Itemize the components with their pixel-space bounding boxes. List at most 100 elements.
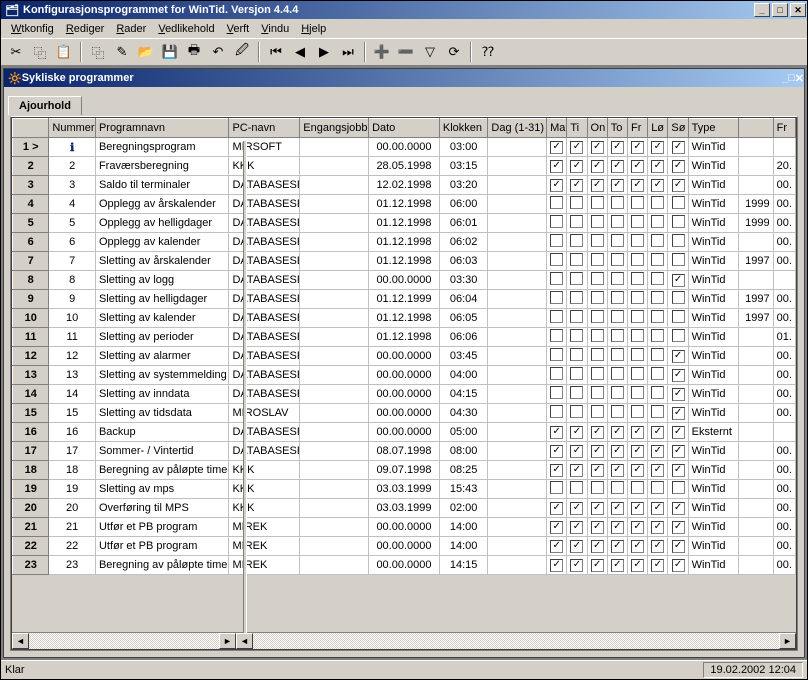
day-checkbox[interactable]: ✓	[550, 559, 563, 572]
table-row[interactable]: 55Opplegg av helligdagerDATABASESE01.12.…	[13, 214, 796, 233]
day-checkbox[interactable]	[611, 481, 624, 494]
menu-rader[interactable]: Rader	[110, 21, 152, 37]
col-header[interactable]: Type	[688, 119, 739, 138]
day-checkbox[interactable]	[550, 272, 563, 285]
day-checkbox[interactable]	[570, 253, 583, 266]
day-checkbox[interactable]: ✓	[651, 464, 664, 477]
delete-icon[interactable]: ➖	[395, 41, 417, 63]
col-header[interactable]	[739, 119, 773, 138]
day-checkbox[interactable]	[611, 367, 624, 380]
day-checkbox[interactable]	[651, 367, 664, 380]
row-header[interactable]: 21	[13, 518, 49, 537]
help-icon[interactable]: ⁇	[477, 41, 499, 63]
menu-rediger[interactable]: Rediger	[60, 21, 111, 37]
split-bar[interactable]	[243, 141, 247, 633]
day-checkbox[interactable]: ✓	[631, 426, 644, 439]
row-header[interactable]: 6	[13, 233, 49, 252]
day-checkbox[interactable]	[591, 272, 604, 285]
day-checkbox[interactable]: ✓	[550, 445, 563, 458]
day-checkbox[interactable]	[570, 348, 583, 361]
day-checkbox[interactable]	[672, 215, 685, 228]
col-header[interactable]: To	[607, 119, 627, 138]
day-checkbox[interactable]	[591, 196, 604, 209]
day-checkbox[interactable]: ✓	[651, 141, 664, 154]
table-row[interactable]: 1919Sletting av mpsKKK03.03.199915:43Win…	[13, 480, 796, 499]
day-checkbox[interactable]	[631, 291, 644, 304]
redo-icon[interactable]: 🖉	[231, 41, 253, 63]
day-checkbox[interactable]	[651, 253, 664, 266]
day-checkbox[interactable]: ✓	[672, 388, 685, 401]
day-checkbox[interactable]: ✓	[591, 540, 604, 553]
menu-wtkonfig[interactable]: Wtkonfig	[5, 21, 60, 37]
day-checkbox[interactable]	[591, 367, 604, 380]
row-header[interactable]: 19	[13, 480, 49, 499]
day-checkbox[interactable]: ✓	[611, 502, 624, 515]
filter-icon[interactable]: ▽	[419, 41, 441, 63]
menu-verft[interactable]: Verft	[221, 21, 256, 37]
day-checkbox[interactable]	[651, 405, 664, 418]
day-checkbox[interactable]: ✓	[651, 445, 664, 458]
day-checkbox[interactable]: ✓	[672, 141, 685, 154]
day-checkbox[interactable]	[631, 367, 644, 380]
day-checkbox[interactable]	[611, 386, 624, 399]
day-checkbox[interactable]	[591, 405, 604, 418]
day-checkbox[interactable]: ✓	[591, 502, 604, 515]
day-checkbox[interactable]	[651, 215, 664, 228]
table-row[interactable]: 2323Beregning av påløpte timerMIREK00.00…	[13, 556, 796, 575]
day-checkbox[interactable]	[591, 234, 604, 247]
day-checkbox[interactable]: ✓	[651, 502, 664, 515]
next-icon[interactable]: ▶	[313, 41, 335, 63]
day-checkbox[interactable]: ✓	[570, 141, 583, 154]
col-header[interactable]: Engangsjobb	[300, 119, 369, 138]
day-checkbox[interactable]: ✓	[631, 559, 644, 572]
scroll-left-button-2[interactable]: ◄	[236, 633, 253, 649]
day-checkbox[interactable]	[611, 272, 624, 285]
day-checkbox[interactable]	[550, 253, 563, 266]
day-checkbox[interactable]	[631, 272, 644, 285]
day-checkbox[interactable]: ✓	[550, 426, 563, 439]
day-checkbox[interactable]	[631, 481, 644, 494]
prev-icon[interactable]: ◀	[289, 41, 311, 63]
table-row[interactable]: 1616BackupDATABASESE00.00.000005:00✓✓✓✓✓…	[13, 423, 796, 442]
day-checkbox[interactable]: ✓	[591, 426, 604, 439]
row-header[interactable]: 12	[13, 347, 49, 366]
table-row[interactable]: 1010Sletting av kalenderDATABASESE01.12.…	[13, 309, 796, 328]
day-checkbox[interactable]	[570, 310, 583, 323]
day-checkbox[interactable]: ✓	[611, 559, 624, 572]
table-row[interactable]: 2222Utfør et PB programMIREK00.00.000014…	[13, 537, 796, 556]
row-header[interactable]: 14	[13, 385, 49, 404]
day-checkbox[interactable]: ✓	[611, 141, 624, 154]
scroll-right-button[interactable]: ►	[219, 633, 236, 649]
table-row[interactable]: 2121Utfør et PB programMIREK00.00.000014…	[13, 518, 796, 537]
day-checkbox[interactable]	[611, 291, 624, 304]
day-checkbox[interactable]	[631, 196, 644, 209]
day-checkbox[interactable]	[550, 310, 563, 323]
child-close-button[interactable]: ✕	[795, 72, 804, 85]
new-icon[interactable]: ✎	[111, 41, 133, 63]
day-checkbox[interactable]: ✓	[550, 179, 563, 192]
day-checkbox[interactable]: ✓	[651, 179, 664, 192]
row-header[interactable]: 10	[13, 309, 49, 328]
day-checkbox[interactable]: ✓	[672, 559, 685, 572]
col-header[interactable]: Fr	[773, 119, 795, 138]
col-header[interactable]: Ma	[547, 119, 567, 138]
day-checkbox[interactable]: ✓	[672, 426, 685, 439]
day-checkbox[interactable]	[631, 215, 644, 228]
col-header[interactable]: Dato	[369, 119, 440, 138]
open-icon[interactable]: 📂	[135, 41, 157, 63]
day-checkbox[interactable]: ✓	[651, 426, 664, 439]
col-header[interactable]: Klokken	[439, 119, 488, 138]
day-checkbox[interactable]	[631, 405, 644, 418]
day-checkbox[interactable]: ✓	[672, 407, 685, 420]
row-header[interactable]: 7	[13, 252, 49, 271]
day-checkbox[interactable]	[611, 196, 624, 209]
row-header[interactable]: 9	[13, 290, 49, 309]
col-header[interactable]: Lø	[648, 119, 668, 138]
menu-vedlikehold[interactable]: Vedlikehold	[152, 21, 220, 37]
minimize-button[interactable]: _	[754, 3, 770, 17]
day-checkbox[interactable]	[651, 234, 664, 247]
day-checkbox[interactable]	[611, 234, 624, 247]
day-checkbox[interactable]	[672, 481, 685, 494]
row-header[interactable]: 16	[13, 423, 49, 442]
col-header[interactable]: Sø	[668, 119, 688, 138]
